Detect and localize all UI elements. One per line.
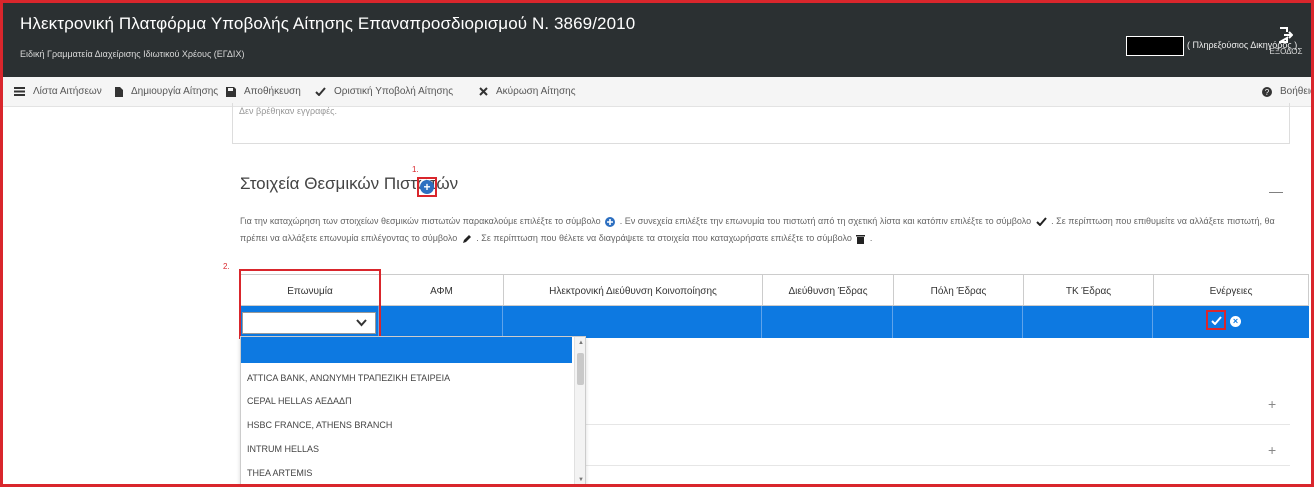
help-menu[interactable]: ? Βοήθεια (1262, 86, 1314, 97)
logout-label: ΕΞΟΔΟΣ (1269, 47, 1303, 56)
check-icon (1210, 315, 1222, 325)
left-panel (0, 107, 206, 487)
menu-item-label: Ακύρωση Αίτησης (496, 86, 576, 97)
app-subtitle: Ειδική Γραμματεία Διαχείρισης Ιδιωτικού … (20, 49, 245, 59)
dropdown-option[interactable]: THEA ARTEMIS (247, 468, 312, 478)
app-header: Ηλεκτρονική Πλατφόρμα Υποβολής Αίτησης Ε… (0, 0, 1314, 77)
plus-circle-icon (605, 216, 616, 227)
cancel-row-icon[interactable]: × (1230, 316, 1241, 327)
check-icon (1035, 217, 1047, 227)
dropdown-scrollbar[interactable]: ▲ ▼ (574, 337, 585, 486)
column-header: Πόλη Έδρας (894, 275, 1024, 307)
trash-icon (856, 234, 866, 244)
help-text-part: . Εν συνεχεία επιλέξτε την επωνυμία του … (619, 216, 1032, 226)
city-cell (893, 306, 1023, 338)
creditor-dropdown-list: ATTICA BANK, ΑΝΩΝΥΜΗ ΤΡΑΠΕΖΙΚΗ ΕΤΑΙΡΕΙΑ … (240, 336, 586, 487)
expand-icon[interactable]: + (1268, 396, 1276, 412)
file-icon (115, 86, 123, 97)
column-header: Διεύθυνση Έδρας (763, 275, 894, 307)
dropdown-option[interactable]: CEPAL HELLAS ΑΕΔΑΔΠ (247, 396, 352, 406)
dropdown-option[interactable]: INTRUM HELLAS (247, 444, 319, 454)
app-title: Ηλεκτρονική Πλατφόρμα Υποβολής Αίτησης Ε… (20, 14, 636, 33)
dropdown-option-empty[interactable] (241, 337, 572, 363)
help-text-part: Για την καταχώρηση των στοιχείων θεσμικώ… (240, 216, 601, 226)
help-text-part: . (869, 233, 873, 243)
expand-icon[interactable]: + (1268, 442, 1276, 458)
afm-cell (379, 306, 503, 338)
close-icon (479, 87, 488, 96)
divider (566, 424, 1290, 425)
logout-button[interactable]: ΕΞΟΔΟΣ (1268, 27, 1304, 56)
column-header: Ενέργειες (1209, 285, 1253, 297)
previous-section-box: Δεν βρέθηκαν εγγραφές. (232, 103, 1290, 144)
address-cell (762, 306, 893, 338)
list-icon (14, 87, 25, 96)
add-creditor-button[interactable]: + (417, 177, 437, 197)
menu-item-label: Λίστα Αιτήσεων (33, 86, 102, 97)
save-icon (226, 86, 236, 97)
annotation-step-2: 2. (223, 262, 230, 271)
confirm-button[interactable] (1206, 310, 1226, 330)
scroll-down-arrow-icon[interactable]: ▼ (578, 477, 584, 483)
menu-item-cancel-application[interactable]: Ακύρωση Αίτησης (479, 86, 576, 97)
email-cell (503, 306, 762, 338)
table-row-editing (240, 306, 1309, 338)
help-text-part: . Σε περίπτωση που θέλετε να διαγράψετε … (476, 233, 852, 243)
collapse-icon[interactable]: — (1269, 183, 1283, 199)
menu-item-label: Αποθήκευση (244, 86, 301, 97)
scrollbar-thumb[interactable] (577, 353, 584, 385)
plus-circle-icon: + (420, 180, 434, 194)
column-header: ΤΚ Έδρας (1024, 275, 1154, 307)
annotation-step-1: 1. (412, 165, 419, 174)
scroll-up-arrow-icon[interactable]: ▲ (578, 340, 584, 346)
annotation-highlight-2 (239, 269, 381, 339)
svg-text:?: ? (1265, 88, 1270, 97)
pencil-icon (462, 234, 471, 243)
menu-item-save[interactable]: Αποθήκευση (226, 86, 301, 97)
menu-item-create-application[interactable]: Δημιουργία Αίτησης (115, 86, 218, 97)
user-name-redacted (1126, 36, 1184, 56)
dropdown-option[interactable]: ATTICA BANK, ΑΝΩΝΥΜΗ ΤΡΑΠΕΖΙΚΗ ΕΤΑΙΡΕΙΑ (247, 373, 450, 383)
menu-item-label: Δημιουργία Αίτησης (131, 86, 219, 97)
menu-item-label: Οριστική Υποβολή Αίτησης (334, 86, 454, 97)
help-label: Βοήθεια (1280, 86, 1314, 97)
column-header: ΑΦΜ (380, 275, 504, 307)
check-icon (315, 87, 326, 96)
menu-item-application-list[interactable]: Λίστα Αιτήσεων (14, 86, 102, 97)
no-results-text: Δεν βρέθηκαν εγγραφές. (239, 106, 337, 116)
logout-icon (1279, 27, 1293, 43)
postal-code-cell (1023, 306, 1153, 338)
column-header: Ηλεκτρονική Διεύθυνση Κοινοποίησης (504, 275, 763, 307)
menu-item-final-submit[interactable]: Οριστική Υποβολή Αίτησης (315, 86, 453, 97)
dropdown-option[interactable]: HSBC FRANCE, ATHENS BRANCH (247, 420, 392, 430)
table-header: Επωνυμία ΑΦΜ Ηλεκτρονική Διεύθυνση Κοινο… (240, 274, 1309, 307)
instructions-text: Για την καταχώρηση των στοιχείων θεσμικώ… (240, 213, 1290, 247)
help-icon: ? (1262, 86, 1272, 97)
divider (566, 465, 1290, 466)
main-area: Δεν βρέθηκαν εγγραφές. 1. Στοιχεία Θεσμι… (0, 103, 1314, 487)
